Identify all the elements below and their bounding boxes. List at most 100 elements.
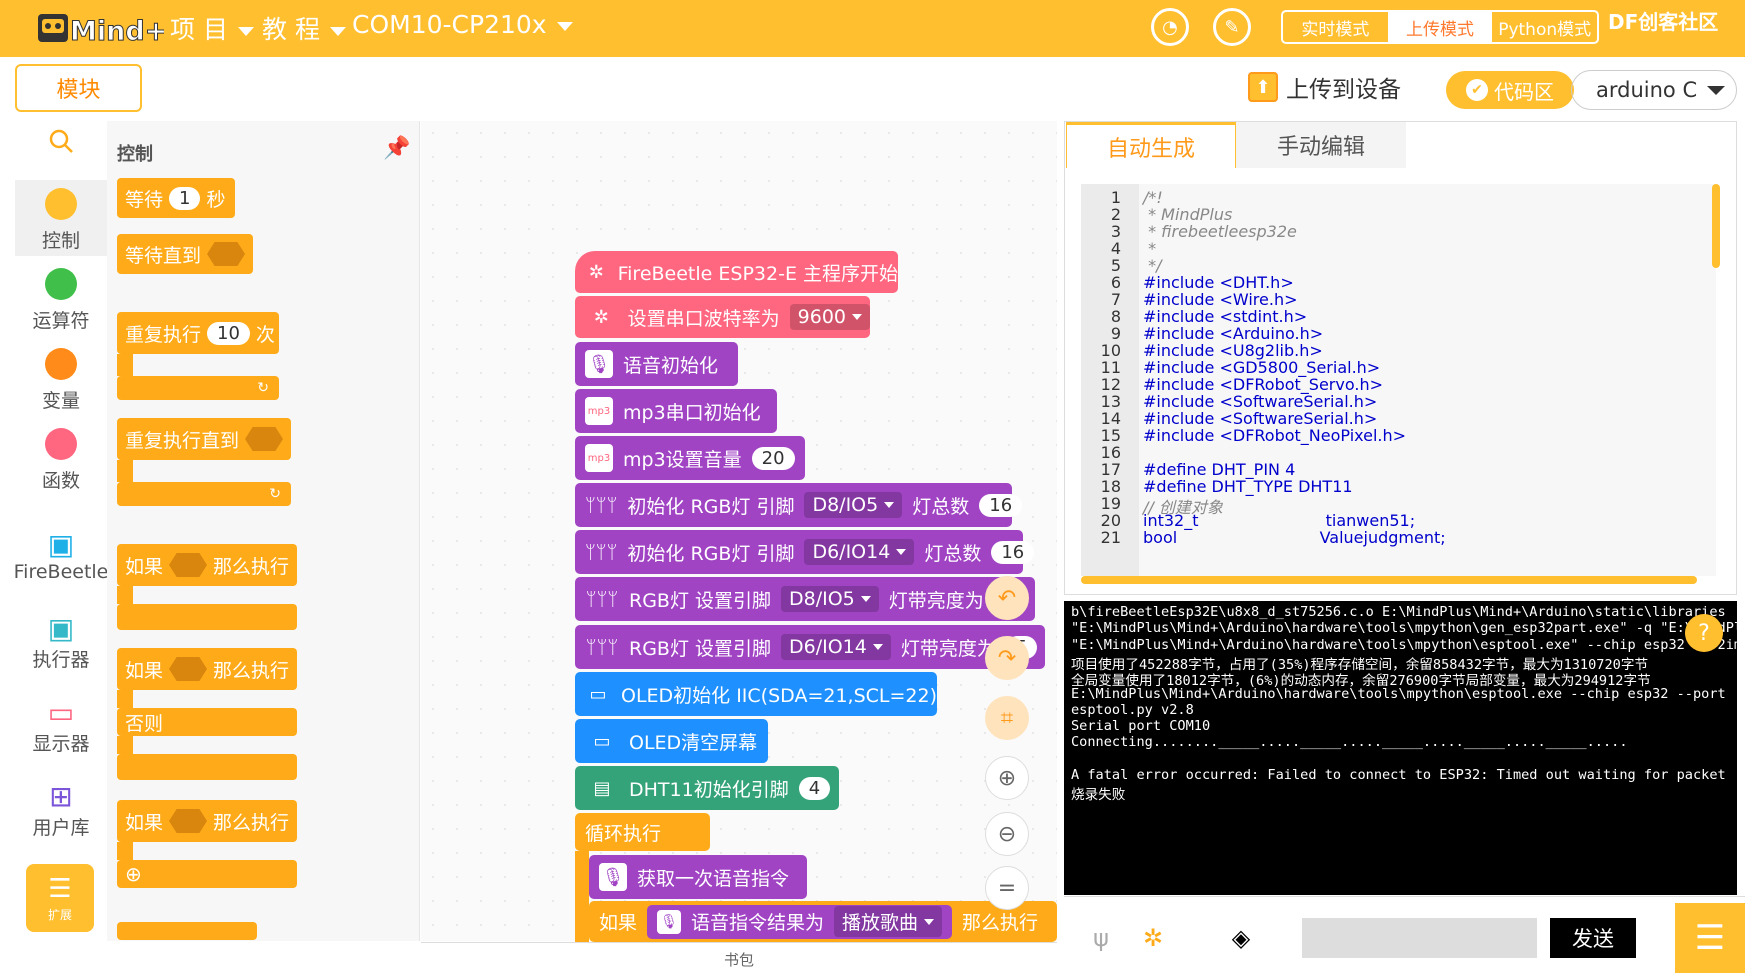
palette-add-else[interactable]: ⊕ [117, 860, 297, 888]
terminal-line: esptool.py v2.8 [1071, 701, 1194, 718]
category-operators[interactable]: 运算符 [15, 260, 107, 336]
block-loop[interactable]: 循环执行 [575, 813, 710, 851]
zoom-out-icon[interactable]: ⊖ [985, 812, 1029, 856]
pin-icon[interactable]: 📌 [383, 136, 410, 161]
mode-python[interactable]: Python模式 [1492, 12, 1597, 42]
clear-icon[interactable]: ◈ [1216, 913, 1266, 963]
zoom-in-icon[interactable]: ⊕ [985, 756, 1029, 800]
block-rgb-bright-1[interactable]: ᛘᛘᛘ RGB灯 设置引脚 D8/IO5 灯带亮度为 [575, 577, 1035, 621]
condition-slot [169, 553, 208, 577]
microphone-icon: 🎙 [657, 909, 682, 934]
code-scrollbar[interactable] [1712, 184, 1720, 268]
block-rgb-bright-2[interactable]: ᛘᛘᛘRGB灯 设置引脚D6/IO14灯带亮度为5 [575, 625, 1045, 669]
terminal-line: "E:\MindPlus\Mind+\Arduino\hardware\tool… [1071, 620, 1737, 637]
palette-wait-block[interactable]: 等待 1 秒 [117, 178, 235, 218]
terminal-line: A fatal error occurred: Failed to connec… [1071, 767, 1726, 783]
palette-repeat-footer: ↻ [117, 376, 279, 400]
scroll-toggle-icon[interactable]: ✲ [1128, 913, 1178, 963]
category-variables[interactable]: 变量 [15, 340, 107, 416]
zoom-reset-icon[interactable]: = [985, 866, 1029, 910]
tab-auto-generate[interactable]: 自动生成 [1066, 122, 1236, 168]
voice-result-condition[interactable]: 🎙 语音指令结果为 播放歌曲 [647, 904, 953, 939]
mode-realtime[interactable]: 实时模式 [1283, 12, 1388, 42]
block-oled-clear[interactable]: ▭ OLED清空屏幕 [575, 719, 768, 763]
firebeetle-icon: ✲ [588, 261, 604, 283]
block-oled-init[interactable]: ▭ OLED初始化 IIC(SDA=21,SCL=22) [575, 672, 937, 716]
mode-upload[interactable]: 上传模式 [1387, 12, 1493, 42]
send-button[interactable]: 发送 [1550, 918, 1636, 958]
block-rgb-init-1[interactable]: ᛘᛘᛘ 初始化 RGB灯 引脚 D8/IO5 灯总数 16 [575, 483, 1023, 527]
category-dot [45, 428, 77, 460]
extension-button[interactable]: ☰ 扩展 [26, 864, 94, 932]
block-mp3-init[interactable]: mp3 mp3串口初始化 [575, 389, 777, 433]
baud-dropdown[interactable]: 9600 [789, 304, 870, 330]
category-displays[interactable]: ▭ 显示器 [15, 696, 107, 764]
chevron-down-icon [329, 26, 346, 36]
palette-repeat-until-block[interactable]: 重复执行直到 [117, 418, 291, 460]
pin-dropdown[interactable]: D6/IO14 [781, 634, 891, 660]
block-rgb-init-2[interactable]: ᛘᛘᛘ 初始化 RGB灯 引脚 D6/IO14 灯总数 16 [575, 530, 1035, 574]
code-area-toggle[interactable]: ✔ 代码区 [1446, 71, 1574, 109]
category-dot [45, 188, 77, 220]
category-firebeetle[interactable]: ▣ FireBeetle [14, 528, 109, 596]
mindplus-logo[interactable]: Mind+ [38, 6, 168, 50]
led-strip-icon: ᛘᛘᛘ [585, 541, 618, 563]
palette-if-else-block[interactable]: 如果 那么执行 [117, 648, 297, 690]
block-dht11-init[interactable]: ▤ DHT11初始化引脚 4 [575, 766, 839, 810]
firebeetle-icon: ✲ [593, 306, 609, 328]
code-line: #include <DFRobot_NeoPixel.h> [1143, 426, 1407, 445]
block-serial-baud[interactable]: ✲ 设置串口波特率为 9600 [575, 296, 870, 338]
menu-icon[interactable]: ☰ [1675, 903, 1745, 973]
microphone-icon: 🎙 [599, 863, 627, 891]
screen-icon: ▭ [589, 683, 607, 705]
pin-dropdown[interactable]: D8/IO5 [804, 492, 903, 518]
help-icon[interactable]: ? [1685, 614, 1723, 652]
block-voice-get[interactable]: 🎙 获取一次语音指令 [589, 855, 807, 899]
backpack-bar[interactable]: 书包 [421, 942, 1057, 976]
library-icon: ⊞ [49, 780, 73, 813]
upload-button[interactable]: ⬆ 上传到设备 [1248, 70, 1401, 104]
tab-blocks[interactable]: 模块 [15, 64, 142, 112]
category-actuators[interactable]: ▣ 执行器 [15, 612, 107, 680]
terminal-line: "E:\MindPlus\Mind+\Arduino\hardware\tool… [1071, 636, 1737, 653]
palette-if-block[interactable]: 如果 那么执行 [117, 544, 297, 586]
pin-dropdown[interactable]: D8/IO5 [781, 586, 879, 612]
serial-terminal[interactable]: b\fireBeetleEsp32E\u8x8_d_st75256.c.o E:… [1064, 601, 1737, 895]
usb-icon[interactable]: ψ [1076, 913, 1126, 963]
search-category[interactable] [15, 128, 107, 178]
palette-if-block-2[interactable]: 如果 那么执行 [117, 800, 297, 842]
crop-icon[interactable]: ⌗ [985, 696, 1029, 740]
edit-icon[interactable]: ✎ [1213, 8, 1251, 46]
voice-option-dropdown[interactable]: 播放歌曲 [834, 906, 943, 937]
redo-icon[interactable]: ↷ [985, 636, 1029, 680]
menu-project[interactable]: 项 目 [170, 10, 254, 46]
block-main-start[interactable]: ✲ FireBeetle ESP32-E 主程序开始 [575, 251, 898, 293]
menu-tutorial[interactable]: 教 程 [262, 10, 346, 46]
upload-icon: ⬆ [1248, 72, 1278, 102]
tab-manual-edit[interactable]: 手动编辑 [1236, 122, 1406, 168]
category-user-library[interactable]: ⊞ 用户库 [15, 780, 107, 848]
code-line: * firebeetleesp32e [1143, 222, 1297, 241]
svg-text:Mind+: Mind+ [70, 16, 164, 47]
send-input[interactable] [1302, 918, 1537, 958]
undo-icon[interactable]: ↶ [985, 576, 1029, 620]
chevron-down-icon [1707, 85, 1726, 95]
language-select[interactable]: arduino C [1571, 70, 1737, 110]
category-functions[interactable]: 函数 [15, 420, 107, 496]
palette-repeat-block[interactable]: 重复执行 10 次 [117, 312, 279, 354]
code-lines: 1/*! 2 * MindPlus 3 * firebeetleesp32e 4 * 5… [1081, 184, 1716, 576]
pin-dropdown[interactable]: D6/IO14 [804, 539, 915, 565]
extension-icon: ☰ [48, 873, 72, 904]
category-control[interactable]: 控制 [15, 180, 107, 256]
block-voice-init[interactable]: 🎙 语音初始化 [575, 342, 738, 386]
palette-wait-until-block[interactable]: 等待直到 [117, 234, 253, 274]
category-dot [45, 268, 77, 300]
loop-arrow-icon: ↻ [269, 486, 281, 502]
dashboard-icon[interactable]: ◔ [1151, 8, 1189, 46]
menu-port[interactable]: COM10-CP210x [352, 10, 573, 39]
df-community-logo[interactable]: DF创客社区 [1608, 6, 1745, 50]
block-mp3-volume[interactable]: mp3 mp3设置音量 20 [575, 436, 805, 480]
block-if-voice[interactable]: 如果 🎙 语音指令结果为 播放歌曲 那么执行 [589, 901, 1057, 942]
chip-icon: ▣ [47, 528, 75, 561]
code-h-scrollbar[interactable] [1081, 576, 1697, 584]
